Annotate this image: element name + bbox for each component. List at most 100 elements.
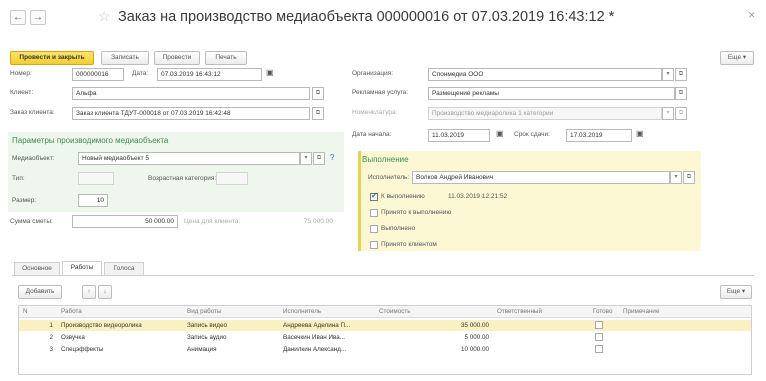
date-field[interactable]: 07.03.2019 16:43:12: [157, 68, 262, 81]
row-executor: Данилкин Александ...: [283, 346, 347, 353]
type-label: Тип:: [12, 175, 25, 182]
table-row[interactable]: 2 Озвучка Запись аудио Васечкин Иван Ива…: [19, 332, 751, 343]
post-and-close-button[interactable]: Провести и закрыть: [10, 51, 94, 65]
move-down-icon[interactable]: ↓: [98, 285, 112, 299]
age-label: Возрастная категория:: [148, 175, 217, 182]
move-up-icon[interactable]: ↑: [82, 285, 96, 299]
row-done-checkbox[interactable]: [595, 333, 603, 341]
col-done: Готово: [593, 308, 613, 315]
media-field[interactable]: Новый медиаобъект 5: [78, 152, 300, 165]
row-kind: Запись видео: [187, 322, 227, 329]
row-executor: Васечкин Иван Ива...: [283, 334, 346, 341]
save-button[interactable]: Записать: [101, 51, 149, 65]
row-kind: Запись аудио: [187, 334, 227, 341]
tab-main[interactable]: Основное: [14, 262, 60, 275]
help-icon[interactable]: ?: [330, 153, 334, 162]
forward-arrow-icon[interactable]: →: [30, 10, 46, 25]
executor-dropdown-icon[interactable]: ▾: [670, 171, 682, 184]
start-date-field[interactable]: 11.03.2019: [428, 129, 490, 142]
row-work: Озвучка: [61, 334, 85, 341]
row-n: 3: [49, 346, 53, 353]
size-label: Размер:: [12, 197, 37, 204]
date-label: Дата:: [132, 70, 149, 77]
nomenclature-open-icon: ⧉: [675, 107, 687, 120]
client-label: Клиент:: [10, 89, 34, 96]
check-to-execution-date: 11.03.2019 12:21:52: [448, 193, 508, 200]
tab-works[interactable]: Работы: [62, 261, 102, 275]
client-open-icon[interactable]: ⧉: [312, 87, 324, 100]
age-field: [216, 172, 248, 185]
ad-service-open-icon[interactable]: ⧉: [675, 87, 687, 100]
star-icon[interactable]: ☆: [98, 8, 111, 25]
row-kind: Анимация: [187, 346, 217, 353]
col-n: N: [23, 308, 28, 315]
number-field[interactable]: 000000016: [72, 68, 124, 81]
nomenclature-field: Производство медиаролика 1 категории: [428, 107, 662, 120]
row-done-checkbox[interactable]: [595, 345, 603, 353]
row-done-checkbox[interactable]: [595, 321, 603, 329]
media-dropdown-icon[interactable]: ▾: [300, 152, 312, 165]
media-params-title: Параметры производимого медиаобъекта: [12, 136, 169, 145]
deadline-field[interactable]: 17.03.2019: [566, 129, 632, 142]
print-button[interactable]: Печать: [205, 51, 247, 65]
client-order-field[interactable]: Заказ клиента ТДУТ-000018 от 07.03.2019 …: [72, 107, 310, 120]
deadline-label: Срок сдачи:: [514, 131, 550, 138]
check-accepted-label: Принято к выполнению: [381, 209, 452, 216]
deadline-calendar-icon[interactable]: ▣: [636, 129, 644, 138]
col-cost: Стоимость: [379, 308, 411, 315]
client-price-value: 75 000.00: [304, 218, 333, 225]
works-more-button[interactable]: Еще ▾: [720, 285, 752, 299]
col-executor: Исполнитель: [283, 308, 322, 315]
nomenclature-dropdown-icon: ▾: [662, 107, 674, 120]
check-client-accepted-label: Принято клиентом: [381, 241, 437, 248]
client-field[interactable]: Альфа: [72, 87, 310, 100]
media-open-icon[interactable]: ⧉: [313, 152, 325, 165]
org-label: Организация:: [352, 70, 394, 77]
check-to-execution[interactable]: [370, 191, 378, 201]
executor-field[interactable]: Волков Андрей Иванович: [412, 171, 670, 184]
row-cost: 10 000.00: [460, 346, 489, 353]
execution-title: Выполнение: [362, 155, 409, 164]
row-n: 2: [49, 334, 53, 341]
check-accepted[interactable]: [370, 209, 378, 217]
calendar-icon[interactable]: ▣: [266, 68, 274, 77]
works-table: N Работа Вид работы Исполнитель Стоимост…: [18, 305, 752, 375]
add-button[interactable]: Добавить: [18, 285, 62, 299]
size-field[interactable]: 10: [78, 194, 108, 207]
ad-service-field[interactable]: Размещение рекламы: [428, 87, 675, 100]
org-open-icon[interactable]: ⧉: [675, 68, 687, 81]
table-row[interactable]: 1 Производство видеоролика Запись видео …: [19, 320, 751, 331]
sum-label: Сумма сметы:: [10, 218, 53, 225]
executor-open-icon[interactable]: ⧉: [683, 171, 695, 184]
window-title: Заказ на производство медиаобъекта 00000…: [118, 9, 615, 25]
start-date-label: Дата начала:: [352, 131, 392, 138]
tab-votes[interactable]: Голоса: [104, 262, 144, 275]
close-icon[interactable]: ✕: [748, 10, 756, 21]
client-order-open-icon[interactable]: ⧉: [312, 107, 324, 120]
more-button[interactable]: Еще ▾: [720, 51, 754, 65]
nomenclature-label: Номенклатура:: [352, 109, 398, 116]
number-label: Номер:: [10, 70, 32, 77]
type-field: [78, 172, 114, 185]
row-work: Производство видеоролика: [61, 322, 142, 329]
col-note: Примечание: [623, 308, 660, 315]
media-label: Медиаобъект:: [12, 155, 55, 162]
sum-field[interactable]: 50 000.00: [72, 215, 178, 228]
check-done-label: Выполнено: [381, 225, 416, 232]
back-arrow-icon[interactable]: ←: [10, 10, 26, 25]
execution-panel: [358, 151, 701, 251]
start-calendar-icon[interactable]: ▣: [496, 129, 504, 138]
row-cost: 5 000.00: [464, 334, 489, 341]
row-work: Спецэффекты: [61, 346, 104, 353]
check-done[interactable]: [370, 225, 378, 233]
row-executor: Андреева Аделина П...: [283, 322, 351, 329]
row-n: 1: [49, 322, 53, 329]
tabs-divider: [12, 275, 754, 276]
org-field[interactable]: Спонмедиа ООО: [428, 68, 662, 81]
table-row[interactable]: 3 Спецэффекты Анимация Данилкин Александ…: [19, 344, 751, 355]
client-order-label: Заказ клиента:: [10, 109, 55, 116]
check-client-accepted[interactable]: [370, 241, 378, 249]
org-dropdown-icon[interactable]: ▾: [662, 68, 674, 81]
col-kind: Вид работы: [187, 308, 222, 315]
post-button[interactable]: Провести: [154, 51, 200, 65]
